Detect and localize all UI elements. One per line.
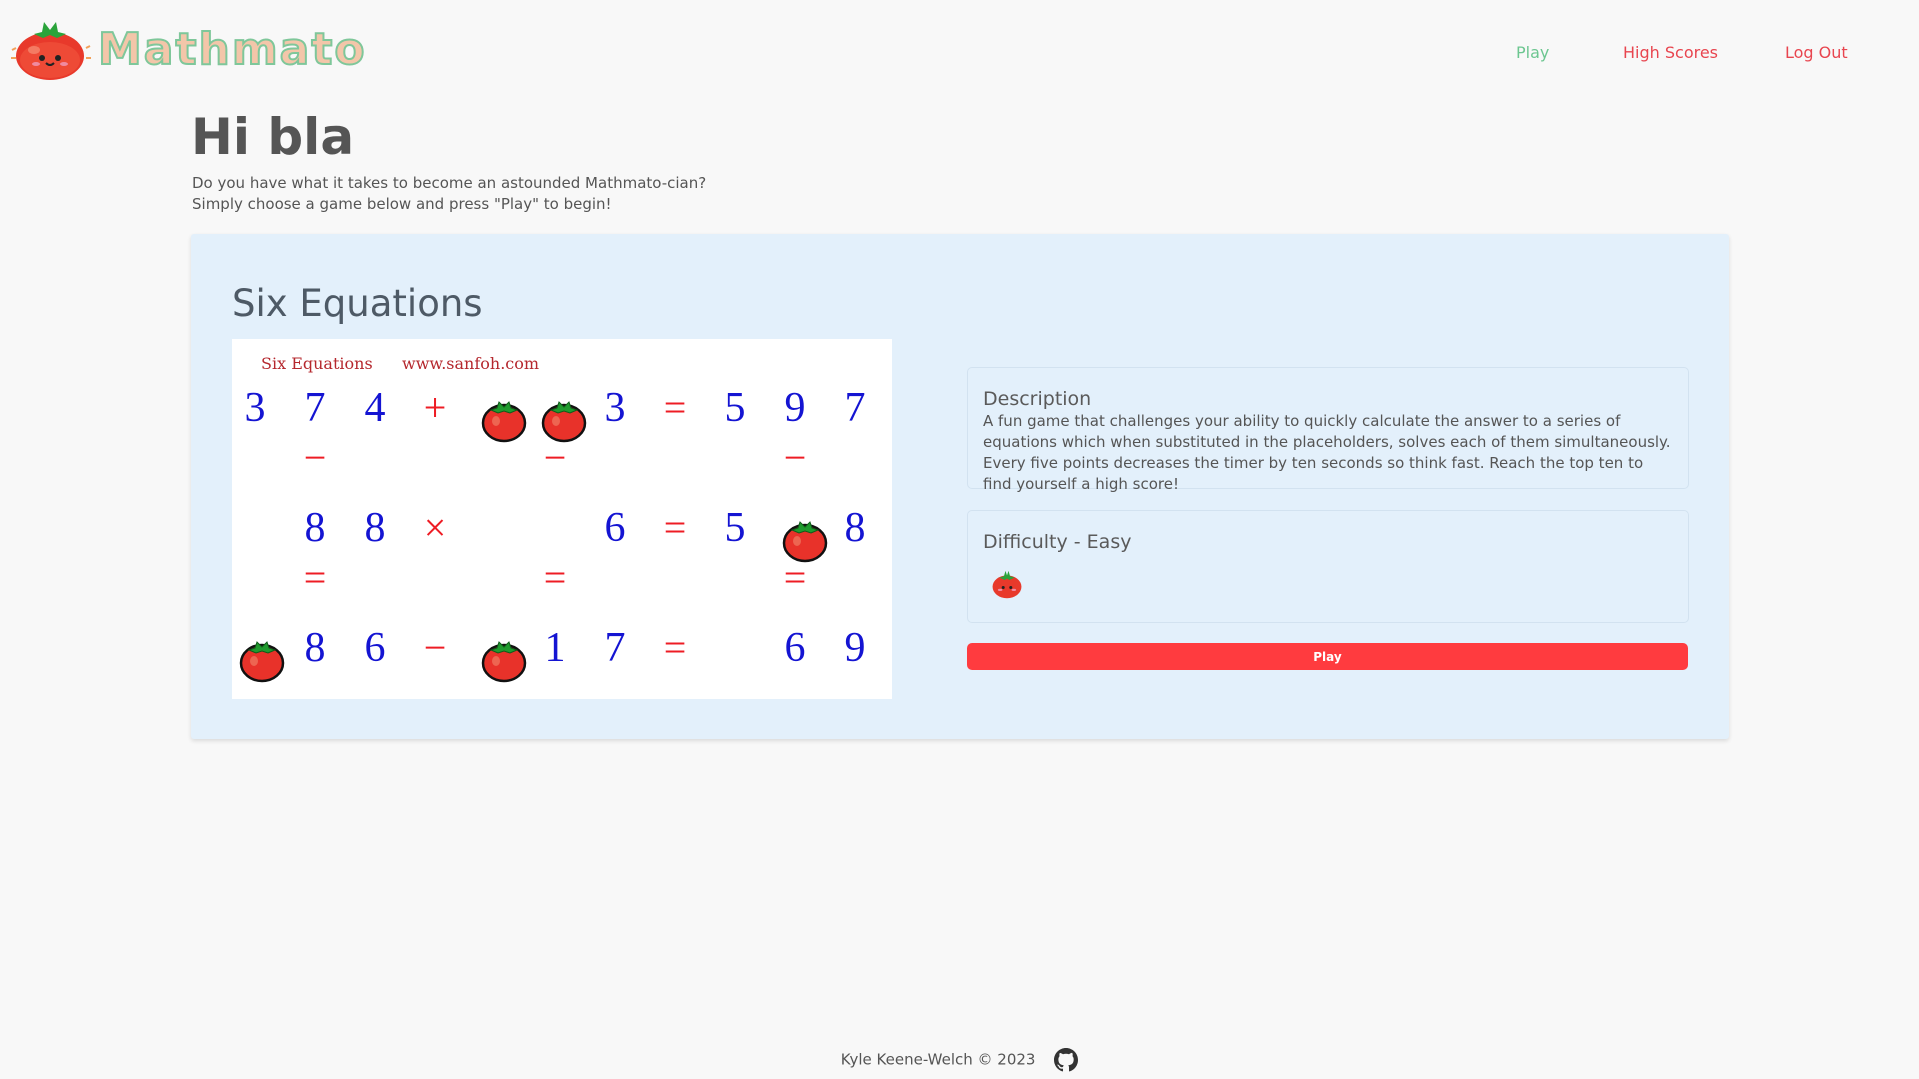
grid-digit: 9 (844, 625, 866, 671)
brand-name: Mathmato (97, 24, 367, 75)
grid-digit: 5 (724, 505, 746, 551)
nav-high-scores-link[interactable]: High Scores (1623, 43, 1718, 62)
grid-digit: 9 (784, 385, 806, 431)
grid-digit: 4 (364, 385, 386, 431)
grid-operator: − (303, 435, 327, 480)
intro-line-1: Do you have what it takes to become an a… (192, 174, 707, 192)
tomato-placeholder-icon (479, 394, 529, 444)
grid-digit: 8 (304, 625, 326, 671)
brand-logo[interactable]: Mathmato (8, 16, 367, 84)
grid-operator: = (663, 625, 687, 670)
description-heading: Description (983, 388, 1092, 410)
game-card: Six Equations Six Equations www.sanfoh.c… (191, 234, 1729, 739)
grid-digit: 7 (604, 625, 626, 671)
grid-operator: = (663, 505, 687, 550)
grid-digit: 5 (724, 385, 746, 431)
nav-log-out-link[interactable]: Log Out (1785, 43, 1848, 62)
difficulty-heading: Difficulty - Easy (983, 531, 1132, 553)
footer: Kyle Keene-Welch © 2023 (0, 1048, 1919, 1072)
grid-digit: 8 (844, 505, 866, 551)
description-text: A fun game that challenges your ability … (983, 412, 1671, 493)
grid-digit: 7 (844, 385, 866, 431)
game-preview-image: Six Equations www.sanfoh.com 3 7 4 +3 = 5 9 7− −… (232, 339, 892, 699)
grid-digit: 8 (304, 505, 326, 551)
grid-digit: 6 (604, 505, 626, 551)
grid-operator: − (783, 435, 807, 480)
page-greeting: Hi bla (191, 108, 355, 166)
grid-operator: = (303, 555, 327, 600)
intro-line-2: Simply choose a game below and press "Pl… (192, 195, 612, 213)
game-title: Six Equations (232, 282, 483, 325)
grid-digit: 3 (244, 385, 266, 431)
grid-operator: = (543, 555, 567, 600)
grid-operator: + (423, 385, 447, 430)
tomato-placeholder-icon (479, 634, 529, 684)
footer-copyright: Kyle Keene-Welch © 2023 (840, 1050, 1036, 1069)
description-panel: Description A fun game that challenges y… (967, 367, 1689, 493)
difficulty-panel: Difficulty - Easy (967, 510, 1689, 623)
github-icon[interactable] (1054, 1048, 1079, 1072)
tomato-placeholder-icon (539, 394, 589, 444)
tomato-mascot-icon (11, 22, 91, 80)
grid-operator: = (663, 385, 687, 430)
tomato-placeholder-icon (237, 634, 287, 684)
grid-digit: 1 (544, 625, 566, 671)
grid-digit: 7 (304, 385, 326, 431)
grid-digit: 8 (364, 505, 386, 551)
grid-digit: 6 (784, 625, 806, 671)
preview-caption-title: Six Equations (261, 354, 373, 373)
grid-operator: − (423, 625, 447, 670)
grid-digit: 6 (364, 625, 386, 671)
tomato-placeholder-icon (780, 514, 830, 564)
play-button[interactable]: Play (967, 643, 1688, 670)
grid-operator: × (423, 505, 447, 550)
intro-text: Do you have what it takes to become an a… (192, 173, 706, 215)
nav-play-link[interactable]: Play (1516, 43, 1549, 62)
grid-digit: 3 (604, 385, 626, 431)
preview-caption-site: www.sanfoh.com (402, 354, 540, 373)
difficulty-tomato-icon (992, 570, 1022, 599)
